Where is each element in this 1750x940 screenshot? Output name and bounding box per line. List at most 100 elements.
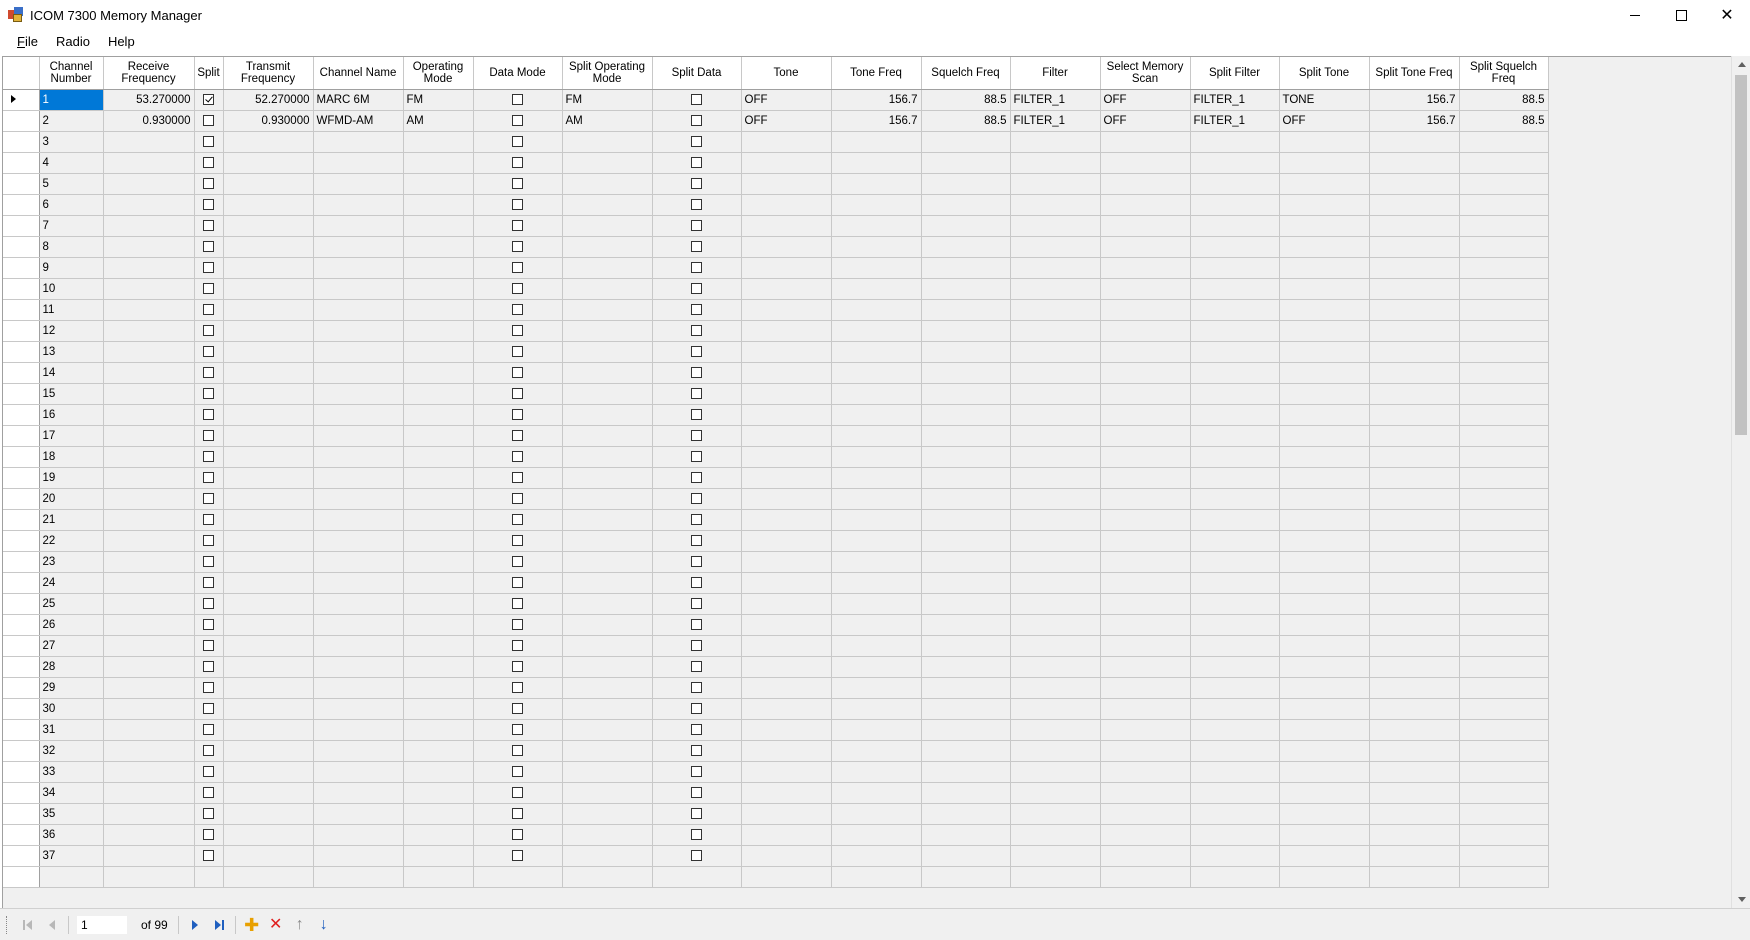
cell-scan[interactable] — [1100, 236, 1191, 258]
cell-split-squelch-freq[interactable] — [1459, 866, 1549, 888]
cell-split-data[interactable] — [652, 824, 742, 846]
cell-tx[interactable] — [223, 404, 314, 426]
cell-mode[interactable] — [403, 467, 474, 489]
cell-split-squelch-freq[interactable] — [1459, 257, 1549, 279]
split-data-checkbox[interactable] — [691, 661, 702, 673]
cell-filter[interactable] — [1010, 614, 1101, 636]
cell-split-tone[interactable] — [1279, 593, 1370, 615]
cell-mode[interactable] — [403, 656, 474, 678]
cell-split-squelch-freq[interactable] — [1459, 236, 1549, 258]
cell-channel[interactable]: 25 — [39, 593, 104, 615]
cell-split-tone-freq[interactable] — [1369, 593, 1460, 615]
data-mode-checkbox[interactable] — [512, 577, 523, 589]
cell-filter[interactable] — [1010, 362, 1101, 384]
cell-filter[interactable]: FILTER_1 — [1010, 89, 1101, 111]
cell-tone[interactable] — [741, 194, 832, 216]
cell-filter[interactable] — [1010, 446, 1101, 468]
cell-filter[interactable] — [1010, 803, 1101, 825]
split-checkbox[interactable] — [203, 703, 214, 715]
cell-tone[interactable] — [741, 215, 832, 237]
cell-split-tone-freq[interactable] — [1369, 740, 1460, 762]
cell-rx[interactable] — [103, 761, 195, 783]
cell-split[interactable] — [194, 425, 224, 447]
cell-split[interactable] — [194, 467, 224, 489]
cell-split-squelch-freq[interactable]: 88.5 — [1459, 110, 1549, 132]
cell-tone[interactable] — [741, 866, 832, 888]
cell-channel[interactable]: 34 — [39, 782, 104, 804]
cell-rx[interactable] — [103, 635, 195, 657]
row-header[interactable] — [3, 656, 40, 678]
cell-split-data[interactable] — [652, 698, 742, 720]
cell-filter[interactable]: FILTER_1 — [1010, 110, 1101, 132]
column-header-data-mode[interactable]: Data Mode — [473, 57, 563, 90]
data-mode-checkbox[interactable] — [512, 745, 523, 757]
split-data-checkbox[interactable] — [691, 724, 702, 736]
cell-split-filter[interactable] — [1190, 593, 1280, 615]
cell-split-data[interactable] — [652, 215, 742, 237]
cell-split-squelch-freq[interactable] — [1459, 677, 1549, 699]
split-checkbox[interactable] — [203, 850, 214, 862]
cell-split-data[interactable] — [652, 467, 742, 489]
data-mode-checkbox[interactable] — [512, 724, 523, 736]
data-mode-checkbox[interactable] — [512, 283, 523, 295]
cell-split-data[interactable] — [652, 530, 742, 552]
cell-split-data[interactable] — [652, 446, 742, 468]
cell-filter[interactable] — [1010, 866, 1101, 888]
menu-file[interactable]: File — [8, 30, 47, 54]
cell-filter[interactable] — [1010, 383, 1101, 405]
cell-squelch-freq[interactable] — [921, 635, 1011, 657]
cell-scan[interactable] — [1100, 656, 1191, 678]
column-header-scan[interactable]: Select Memory Scan — [1100, 57, 1191, 90]
cell-scan[interactable] — [1100, 509, 1191, 531]
cell-scan[interactable]: OFF — [1100, 110, 1191, 132]
cell-tone[interactable] — [741, 551, 832, 573]
cell-channel[interactable]: 8 — [39, 236, 104, 258]
cell-mode[interactable] — [403, 782, 474, 804]
cell-split-tone[interactable] — [1279, 425, 1370, 447]
cell-split-data[interactable] — [652, 614, 742, 636]
cell-mode[interactable] — [403, 152, 474, 174]
cell-split-mode[interactable] — [562, 362, 653, 384]
split-checkbox[interactable] — [203, 661, 214, 673]
cell-filter[interactable] — [1010, 278, 1101, 300]
cell-channel[interactable]: 29 — [39, 677, 104, 699]
column-header-mode[interactable]: Operating Mode — [403, 57, 474, 90]
cell-split[interactable] — [194, 551, 224, 573]
cell-scan[interactable] — [1100, 635, 1191, 657]
cell-rx[interactable] — [103, 614, 195, 636]
split-checkbox[interactable] — [203, 136, 214, 148]
cell-split-tone[interactable] — [1279, 299, 1370, 321]
cell-squelch-freq[interactable] — [921, 299, 1011, 321]
cell-split-tone-freq[interactable] — [1369, 677, 1460, 699]
split-checkbox[interactable] — [203, 598, 214, 610]
cell-squelch-freq[interactable] — [921, 614, 1011, 636]
cell-name[interactable] — [313, 446, 404, 468]
column-header-tx[interactable]: Transmit Frequency — [223, 57, 314, 90]
cell-rx[interactable] — [103, 194, 195, 216]
cell-mode[interactable] — [403, 194, 474, 216]
cell-split-tone-freq[interactable] — [1369, 698, 1460, 720]
cell-tone[interactable] — [741, 719, 832, 741]
cell-tx[interactable] — [223, 677, 314, 699]
cell-name[interactable] — [313, 131, 404, 153]
cell-tx[interactable] — [223, 131, 314, 153]
cell-filter[interactable] — [1010, 341, 1101, 363]
cell-split-tone-freq[interactable] — [1369, 194, 1460, 216]
cell-channel[interactable]: 30 — [39, 698, 104, 720]
cell-squelch-freq[interactable] — [921, 278, 1011, 300]
move-next-button[interactable] — [185, 914, 205, 936]
cell-scan[interactable] — [1100, 530, 1191, 552]
cell-name[interactable] — [313, 383, 404, 405]
cell-channel[interactable]: 13 — [39, 341, 104, 363]
cell-rx[interactable] — [103, 593, 195, 615]
cell-squelch-freq[interactable] — [921, 446, 1011, 468]
cell-split-tone[interactable] — [1279, 341, 1370, 363]
cell-squelch-freq[interactable] — [921, 152, 1011, 174]
cell-data-mode[interactable] — [473, 467, 563, 489]
cell-scan[interactable] — [1100, 593, 1191, 615]
split-checkbox[interactable] — [203, 220, 214, 232]
data-mode-checkbox[interactable] — [512, 619, 523, 631]
cell-filter[interactable] — [1010, 824, 1101, 846]
split-data-checkbox[interactable] — [691, 535, 702, 547]
data-mode-checkbox[interactable] — [512, 451, 523, 463]
